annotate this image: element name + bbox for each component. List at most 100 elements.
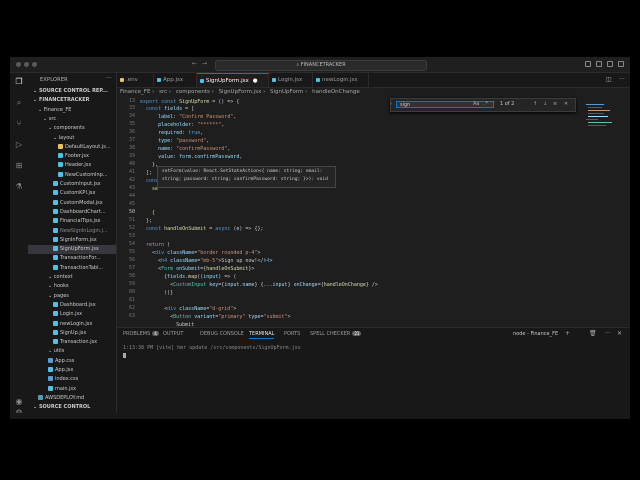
breadcrumb-item[interactable]: handleOnChange <box>312 89 360 95</box>
tree-file[interactable]: Transaction.jsx <box>28 338 116 347</box>
sidebar-title: EXPLORER <box>40 77 68 83</box>
breadcrumb-item[interactable]: components <box>176 89 210 95</box>
tree-file[interactable]: App.jsx <box>28 366 116 375</box>
toggle-secondary-sidebar-icon[interactable] <box>607 61 613 67</box>
breadcrumb-item[interactable]: SignUpForm <box>270 89 303 95</box>
editor-tab[interactable]: Login.jsx <box>269 73 313 87</box>
file-icon <box>38 394 43 400</box>
tree-file[interactable]: Dashboard.jsx <box>28 301 116 310</box>
tree-folder[interactable]: ⌄ Finance_FE <box>28 106 116 115</box>
tree-file[interactable]: NewSignInLogin.j... <box>28 227 116 236</box>
tree-file[interactable]: TransactionFor... <box>28 254 116 263</box>
tree-folder[interactable]: ⌄ pages <box>28 292 116 301</box>
tree-file[interactable]: newLogin.jsx <box>28 320 116 329</box>
customize-layout-icon[interactable] <box>618 61 624 67</box>
maximize-window-icon[interactable] <box>32 62 37 67</box>
tree-folder[interactable]: ⌄ components <box>28 124 116 133</box>
explorer-sidebar: EXPLORER ··· ⌄ SOURCE CONTROL REP... ⌄ FI… <box>28 73 117 419</box>
tree-section-header[interactable]: ⌄ FINANCETRACKER <box>28 96 116 105</box>
match-case-icon[interactable]: Aa <box>473 101 479 107</box>
tree-label: FinancialTips.jsx <box>60 218 101 225</box>
close-window-icon[interactable] <box>16 62 21 67</box>
close-icon[interactable]: ✕ <box>617 330 622 337</box>
breadcrumb-item[interactable]: SignUpForm.jsx <box>219 89 262 95</box>
search-icon[interactable]: ⌕ <box>15 99 23 107</box>
tree-file[interactable]: CustomKPI.jsx <box>28 189 116 198</box>
toggle-replace-icon[interactable]: › <box>390 101 392 107</box>
panel-tab[interactable]: PORTS <box>284 331 300 337</box>
command-center-search[interactable]: ⌕ FINANCETRACKER <box>215 60 427 71</box>
tree-file[interactable]: SignInForm.jsx <box>28 236 116 245</box>
tree-file[interactable]: SignUp.jsx <box>28 329 116 338</box>
tree-file[interactable]: FinancialTips.jsx <box>28 217 116 226</box>
unsaved-dot-icon[interactable]: ● <box>253 78 258 84</box>
tree-file[interactable]: Footer.jsx <box>28 152 116 161</box>
panel-tab[interactable]: PROBLEMS 4 <box>123 331 159 337</box>
close-icon[interactable]: ✕ <box>564 101 568 107</box>
file-icon <box>200 79 204 83</box>
more-actions-icon[interactable]: ··· <box>106 75 112 82</box>
minimize-window-icon[interactable] <box>24 62 29 67</box>
panel-tab[interactable]: DEBUG CONSOLE <box>200 331 244 337</box>
testing-icon[interactable]: ⚗ <box>15 183 23 191</box>
terminal-cursor <box>123 353 126 358</box>
tree-folder[interactable]: ⌄ hooks <box>28 282 116 291</box>
add-terminal-icon[interactable]: + <box>565 330 570 337</box>
tree-file[interactable]: DashboardChart... <box>28 208 116 217</box>
editor-tab[interactable]: newLogin.jsx <box>313 73 369 87</box>
tree-folder[interactable]: ⌄ src <box>28 115 116 124</box>
title-bar: ← → ⌕ FINANCETRACKER <box>10 57 630 73</box>
tree-file[interactable]: Login.jsx <box>28 310 116 319</box>
line-number: 52 <box>128 225 135 231</box>
source-control-icon[interactable]: ⑂ <box>15 120 23 128</box>
breadcrumb-item[interactable]: src <box>159 89 167 95</box>
minimap[interactable] <box>584 98 624 326</box>
line-number: 55 <box>128 249 135 255</box>
tree-file[interactable]: TransactionTabl... <box>28 264 116 273</box>
line-number: 54 <box>128 241 135 247</box>
editor-tab[interactable]: App.jsx <box>154 73 197 87</box>
find-in-selection-icon[interactable]: ≡ <box>553 101 557 107</box>
tree-file[interactable]: SignUpForm.jsx <box>28 245 116 255</box>
panel-tab[interactable]: SPELL CHECKER 21 <box>310 331 362 337</box>
regex-icon[interactable]: .* <box>484 101 488 107</box>
toggle-panel-icon[interactable] <box>596 61 602 67</box>
panel-tab[interactable]: TERMINAL <box>249 331 275 339</box>
kill-terminal-icon[interactable]: 🗑 <box>589 330 597 337</box>
panel-tab[interactable]: OUTPUT <box>163 331 183 337</box>
tree-file[interactable]: CustomModal.jsx <box>28 199 116 208</box>
tree-file[interactable]: Header.jsx <box>28 161 116 170</box>
tree-file[interactable]: App.css <box>28 357 116 366</box>
code-editor[interactable]: export const SignUpForm = () => { const … <box>140 98 580 328</box>
tree-file[interactable]: AWSDEPLOY.md <box>28 394 116 403</box>
tree-folder[interactable]: ⌄ layout <box>28 134 116 143</box>
forward-arrow-icon[interactable]: → <box>202 60 207 67</box>
breadcrumb-item[interactable]: Finance_FE <box>120 89 150 95</box>
tree-file[interactable]: CustomInput.jsx <box>28 180 116 189</box>
run-debug-icon[interactable]: ▷ <box>15 141 23 149</box>
tree-label: Finance_FE <box>43 106 72 113</box>
tree-file[interactable]: DefaultLayout.js... <box>28 143 116 152</box>
tree-file[interactable]: main.jsx <box>28 385 116 394</box>
extensions-icon[interactable]: ⊞ <box>15 162 23 170</box>
split-editor-icon[interactable]: ◫ <box>606 76 612 83</box>
tree-section-header[interactable]: ⌄ SOURCE CONTROL <box>28 403 116 412</box>
more-actions-icon[interactable]: ··· <box>605 330 611 337</box>
editor-tab[interactable]: SignUpForm.jsx ● <box>197 73 269 87</box>
next-match-icon[interactable]: ↓ <box>543 101 547 107</box>
toggle-sidebar-icon[interactable] <box>585 61 591 67</box>
tree-section-header[interactable]: ⌄ SOURCE CONTROL REP... <box>28 87 116 96</box>
more-actions-icon[interactable]: ··· <box>619 76 625 83</box>
tree-folder[interactable]: ⌄ context <box>28 273 116 282</box>
previous-match-icon[interactable]: ↑ <box>533 101 537 107</box>
line-number: 33 <box>128 105 135 111</box>
tree-file[interactable]: NewCustomInp... <box>28 171 116 180</box>
tree-folder[interactable]: ⌄ utils <box>28 347 116 356</box>
terminal-instance-label[interactable]: node - Finance_FE <box>513 331 558 337</box>
editor-tab[interactable]: .env <box>117 73 154 87</box>
explorer-icon[interactable]: ❐ <box>15 78 23 86</box>
tree-file[interactable]: index.css <box>28 375 116 384</box>
back-arrow-icon[interactable]: ← <box>192 60 197 67</box>
account-icon[interactable]: ◉ <box>15 398 23 406</box>
tree-label: Footer.jsx <box>65 153 89 160</box>
